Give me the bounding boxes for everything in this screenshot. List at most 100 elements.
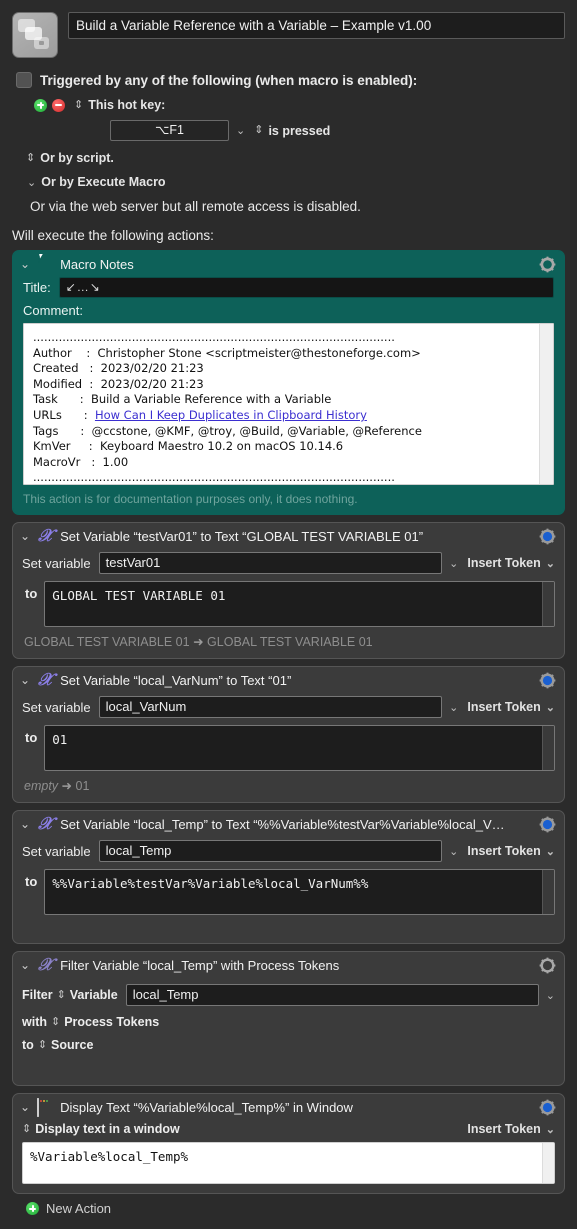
action-set-variable-local-temp[interactable]: ⌄ 𝒳 Set Variable “local_Temp” to Text “%… <box>12 810 565 944</box>
disclosure-chevron-down-icon[interactable]: ⌄ <box>20 530 30 542</box>
disclosure-chevron-down-icon[interactable]: ⌄ <box>20 1101 30 1113</box>
display-mode-label: Display text in a window <box>35 1122 180 1136</box>
insert-token-button[interactable]: Insert Token ⌄ <box>467 700 555 714</box>
action-gear-icon[interactable] <box>539 957 556 974</box>
insert-token-button[interactable]: Insert Token ⌄ <box>467 844 555 858</box>
action-title: Set Variable “testVar01” to Text “GLOBAL… <box>60 528 424 544</box>
action-title: Filter Variable “local_Temp” with Proces… <box>60 957 340 973</box>
text-value-textarea[interactable]: GLOBAL TEST VARIABLE 01 <box>44 581 555 627</box>
action-set-variable-local-varnum[interactable]: ⌄ 𝒳 Set Variable “local_VarNum” to Text … <box>12 666 565 803</box>
filter-to-label: to <box>22 1038 34 1052</box>
result-before: GLOBAL TEST VARIABLE 01 <box>24 635 190 649</box>
text-scrollbar[interactable] <box>542 726 554 770</box>
new-action-button[interactable]: New Action <box>26 1201 577 1216</box>
result-after: GLOBAL TEST VARIABLE 01 <box>207 635 373 649</box>
insert-token-button[interactable]: Insert Token ⌄ <box>467 556 555 570</box>
action-header[interactable]: ⌄ 𝒳 Filter Variable “local_Temp” with Pr… <box>13 952 564 978</box>
text-scrollbar[interactable] <box>542 582 554 626</box>
variable-name-input[interactable]: local_Temp <box>98 840 443 862</box>
filter-kind-label: Process Tokens <box>64 1015 160 1029</box>
macro-group-icon <box>12 12 58 58</box>
display-text-textarea[interactable]: %Variable%local_Temp% <box>22 1142 555 1184</box>
variable-x-icon: 𝒳 <box>38 954 53 975</box>
result-before: empty <box>24 779 59 793</box>
variable-chevron-down-icon[interactable]: ⌄ <box>449 557 458 570</box>
action-header[interactable]: ⌄ Display Text “%Variable%local_Temp%” i… <box>13 1094 564 1120</box>
comment-scrollbar[interactable] <box>539 324 553 484</box>
action-body: Set variable local_VarNum ⌄ Insert Token… <box>13 696 564 802</box>
or-by-script-label: Or by script. <box>40 151 114 165</box>
web-server-note: Or via the web server but all remote acc… <box>30 199 361 214</box>
comment-part-2: Tags : @ccstone, @KMF, @troy, @Build, @V… <box>33 423 422 485</box>
display-text-scrollbar[interactable] <box>542 1143 554 1183</box>
action-header[interactable]: ⌄ 𝒳 Set Variable “local_Temp” to Text “%… <box>13 811 564 837</box>
text-value-textarea[interactable]: %%Variable%testVar%Variable%local_VarNum… <box>44 869 555 915</box>
disclosure-chevron-down-icon[interactable]: ⌄ <box>20 674 30 686</box>
action-title: Set Variable “local_Temp” to Text “%%Var… <box>60 816 505 832</box>
add-trigger-button[interactable] <box>34 98 47 112</box>
disclosure-chevron-down-icon[interactable]: ⌄ <box>20 959 30 971</box>
trigger-enabled-row: Triggered by any of the following (when … <box>16 72 577 88</box>
filter-destination-stepper-icon[interactable]: ⇕ <box>38 1039 47 1051</box>
insert-token-label: Insert Token <box>467 1122 541 1136</box>
trigger-type-stepper-icon[interactable]: ⇕ <box>74 99 83 111</box>
hotkey-input[interactable]: ⌥F1 <box>110 120 229 141</box>
insert-token-button[interactable]: Insert Token ⌄ <box>467 1122 555 1136</box>
filter-source-stepper-icon[interactable]: ⇕ <box>57 989 66 1001</box>
action-set-variable-testvar01[interactable]: ⌄ 𝒳 Set Variable “testVar01” to Text “GL… <box>12 522 565 659</box>
notes-title-input[interactable]: ↙…↘ <box>58 277 554 298</box>
macro-notes-body: Title: ↙…↘ Comment: ....................… <box>13 277 564 514</box>
action-display-text[interactable]: ⌄ Display Text “%Variable%local_Temp%” i… <box>12 1093 565 1194</box>
hotkey-trigger-label: This hot key: <box>88 98 166 112</box>
new-action-label: New Action <box>46 1201 112 1216</box>
result-after: 01 <box>75 779 90 793</box>
variable-chevron-down-icon[interactable]: ⌄ <box>449 845 458 858</box>
action-body: Filter ⇕ Variable local_Temp ⌄ with ⇕ Pr… <box>13 984 564 1085</box>
action-gear-icon[interactable] <box>539 816 556 833</box>
text-scrollbar[interactable] <box>542 870 554 914</box>
action-filter-variable[interactable]: ⌄ 𝒳 Filter Variable “local_Temp” with Pr… <box>12 951 565 1086</box>
hotkey-state-stepper-icon[interactable]: ⇕ <box>254 125 263 136</box>
action-gear-icon[interactable] <box>539 672 556 689</box>
will-execute-label: Will execute the following actions: <box>12 228 214 243</box>
notes-comment-textarea[interactable]: ........................................… <box>23 323 554 485</box>
action-gear-icon[interactable] <box>539 1099 556 1116</box>
action-macro-notes[interactable]: ⌄ Macro Notes Title: ↙…↘ Comment: ......… <box>12 250 565 515</box>
action-header[interactable]: ⌄ 𝒳 Set Variable “testVar01” to Text “GL… <box>13 523 564 549</box>
macro-title-input[interactable]: Build a Variable Reference with a Variab… <box>68 12 565 39</box>
action-header[interactable]: ⌄ 𝒳 Set Variable “local_VarNum” to Text … <box>13 667 564 693</box>
filter-variable-chevron-down-icon[interactable]: ⌄ <box>546 989 555 1002</box>
or-by-execute-macro-row[interactable]: ⌄ Or by Execute Macro <box>26 175 577 189</box>
action-header[interactable]: ⌄ Macro Notes <box>13 251 564 277</box>
comment-url-link[interactable]: How Can I Keep Duplicates in Clipboard H… <box>95 408 367 422</box>
variable-name-input[interactable]: testVar01 <box>98 552 443 574</box>
variable-name-input[interactable]: local_VarNum <box>98 696 443 718</box>
script-stepper-icon[interactable]: ⇕ <box>26 152 35 164</box>
hotkey-chevron-down-icon[interactable]: ⌄ <box>236 124 245 137</box>
result-arrow-icon: ➜ <box>61 779 73 793</box>
action-title: Display Text “%Variable%local_Temp%” in … <box>60 1099 353 1115</box>
action-gear-icon[interactable] <box>539 256 556 273</box>
result-arrow-icon: ➜ <box>193 635 204 649</box>
action-result-preview: empty ➜ 01 <box>22 778 555 793</box>
to-label: to <box>25 586 38 601</box>
macro-editor-window: Build a Variable Reference with a Variab… <box>0 0 577 1229</box>
disclosure-chevron-down-icon[interactable]: ⌄ <box>20 818 30 830</box>
notes-comment-label: Comment: <box>23 303 83 318</box>
variable-chevron-down-icon[interactable]: ⌄ <box>449 701 458 714</box>
text-value: 01 <box>52 732 68 747</box>
remove-trigger-button[interactable] <box>52 98 65 112</box>
hotkey-trigger-row: ⇕ This hot key: <box>34 98 577 112</box>
variable-x-icon: 𝒳 <box>38 525 53 546</box>
action-gear-icon[interactable] <box>539 528 556 545</box>
or-by-script-row[interactable]: ⇕ Or by script. <box>26 151 577 165</box>
filter-variable-input[interactable]: local_Temp <box>125 984 539 1006</box>
text-value: GLOBAL TEST VARIABLE 01 <box>52 588 226 603</box>
filter-label: Filter <box>22 988 53 1002</box>
execute-macro-chevron-down-icon[interactable]: ⌄ <box>27 176 36 189</box>
trigger-checkbox[interactable] <box>16 72 32 88</box>
disclosure-chevron-down-icon[interactable]: ⌄ <box>20 258 30 270</box>
filter-kind-stepper-icon[interactable]: ⇕ <box>51 1016 60 1028</box>
text-value-textarea[interactable]: 01 <box>44 725 555 771</box>
display-mode-stepper-icon[interactable]: ⇕ <box>22 1123 31 1135</box>
